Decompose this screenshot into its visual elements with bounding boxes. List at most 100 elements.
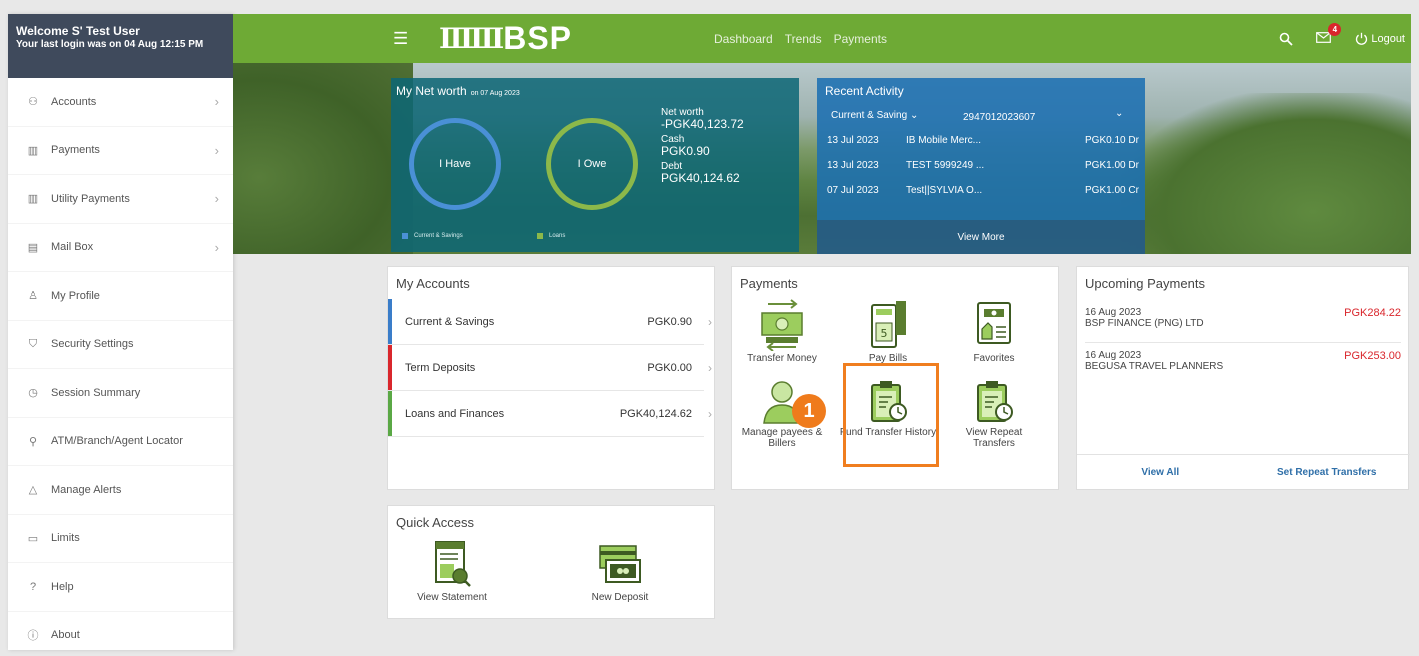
activity-description: Test||SYLVIA O... [906, 185, 983, 196]
fund-transfer-history-icon [871, 381, 907, 422]
sidebar-item-help[interactable]: ? Help [8, 563, 233, 612]
upcoming-payment-item[interactable]: 16 Aug 2023 BEGUSA TRAVEL PLANNERS PGK25… [1085, 350, 1403, 372]
upcoming-payee: BSP FINANCE (PNG) LTD [1085, 318, 1204, 329]
sidebar-item-my-profile[interactable]: ♙ My Profile [8, 272, 233, 321]
upcoming-payee: BEGUSA TRAVEL PLANNERS [1085, 361, 1224, 372]
net-worth-heading: My Net worth [396, 84, 467, 98]
view-all-link[interactable]: View All [1077, 455, 1244, 490]
bsp-logo[interactable]: ⅢⅢ BSP [439, 20, 572, 57]
account-row-current-savings[interactable]: Current & Savings PGK0.90 › [388, 299, 712, 345]
i-owe-circle[interactable]: I Owe [546, 118, 638, 210]
hamburger-menu-icon[interactable]: ☰ [393, 29, 413, 49]
fund-transfer-history-button[interactable]: Fund Transfer History [838, 379, 938, 438]
view-repeat-transfers-icon [977, 381, 1013, 422]
sidebar-item-payments[interactable]: ▥ Payments › [8, 127, 233, 175]
manage-payees-label: Manage payees & Billers [741, 427, 823, 449]
upcoming-amount: PGK253.00 [1344, 350, 1401, 362]
cash-value: PGK0.90 [661, 144, 710, 158]
pay-bills-icon: 5 [871, 301, 906, 348]
sidebar-item-mail-box[interactable]: ▤ Mail Box › [8, 224, 233, 272]
logout-button[interactable]: Logout [1355, 32, 1405, 45]
i-have-label: I Have [439, 158, 471, 170]
power-icon [1356, 32, 1368, 45]
top-bar: ☰ ⅢⅢ BSP Dashboard Trends Payments 4 Log… [233, 14, 1411, 63]
sidebar-item-atm-branch-agent-locator[interactable]: ⚲ ATM/Branch/Agent Locator [8, 418, 233, 466]
sidebar-item-label: Limits [51, 532, 80, 545]
upcoming-amount: PGK284.22 [1344, 307, 1401, 319]
logout-label: Logout [1371, 32, 1405, 45]
activity-amount: PGK1.00 Cr [1085, 185, 1139, 196]
sidebar-item-label: Manage Alerts [51, 483, 122, 496]
debt-value: PGK40,124.62 [661, 171, 740, 185]
sidebar-item-manage-alerts[interactable]: △ Manage Alerts [8, 466, 233, 515]
alert-triangle-icon: △ [28, 484, 38, 497]
new-deposit-label: New Deposit [591, 592, 649, 603]
upcoming-payment-item[interactable]: 16 Aug 2023 BSP FINANCE (PNG) LTD PGK284… [1085, 307, 1403, 329]
account-color-bar [388, 299, 392, 344]
mail-button[interactable]: 4 [1316, 22, 1342, 46]
upcoming-payments-title: Upcoming Payments [1085, 276, 1205, 291]
topnav-dashboard[interactable]: Dashboard [714, 32, 773, 46]
topnav-trends[interactable]: Trends [785, 32, 822, 46]
help-icon: ? [29, 580, 37, 593]
pay-bills-button[interactable]: 5 Pay Bills [838, 299, 938, 364]
mail-count-badge: 4 [1328, 22, 1342, 36]
recent-activity-panel: Recent Activity Current & Saving ⌄ 29470… [817, 78, 1145, 254]
landscape-background [233, 63, 413, 254]
quick-access-title: Quick Access [396, 515, 475, 530]
view-repeat-transfers-button[interactable]: View Repeat Transfers [944, 379, 1044, 449]
sidebar-item-session-summary[interactable]: ◷ Session Summary [8, 369, 233, 418]
favorites-icon [977, 302, 1011, 344]
sidebar-item-security-settings[interactable]: ⛉ Security Settings [8, 321, 233, 369]
sidebar: Welcome S' Test User Your last login was… [8, 14, 233, 650]
sidebar-item-about[interactable]: ⓘ About [8, 612, 233, 656]
new-deposit-icon [599, 545, 641, 583]
account-row-loans-finances[interactable]: Loans and Finances PGK40,124.62 › [388, 391, 712, 437]
search-icon[interactable] [1278, 32, 1294, 46]
payments-card: Payments Transfer Money 5 Pay Bills Favo… [731, 266, 1059, 490]
activity-row[interactable]: 07 Jul 2023 Test||SYLVIA O... PGK1.00 Cr [827, 185, 1141, 196]
account-type-dropdown[interactable]: Current & Saving ⌄ [831, 110, 918, 121]
topnav-payments[interactable]: Payments [834, 32, 887, 46]
activity-amount: PGK0.10 Dr [1085, 135, 1139, 146]
sidebar-item-limits[interactable]: ▭ Limits [8, 515, 233, 563]
payments-title: Payments [740, 276, 798, 291]
info-icon: ⓘ [27, 630, 39, 643]
transfer-money-button[interactable]: Transfer Money [732, 299, 832, 364]
sidebar-item-label: Session Summary [51, 386, 141, 399]
activity-row[interactable]: 13 Jul 2023 TEST 5999249 ... PGK1.00 Dr [827, 160, 1141, 171]
transfer-money-label: Transfer Money [747, 353, 817, 364]
new-deposit-button[interactable]: New Deposit [570, 538, 670, 603]
location-pin-icon: ⚲ [28, 435, 38, 448]
chevron-right-icon: › [214, 94, 219, 110]
favorites-button[interactable]: Favorites [944, 299, 1044, 364]
legend-savings-swatch [402, 233, 408, 239]
net-worth-date: on 07 Aug 2023 [470, 90, 520, 97]
svg-text:5: 5 [881, 327, 888, 340]
i-have-circle[interactable]: I Have [409, 118, 501, 210]
sidebar-nav: ⚇ Accounts › ▥ Payments › ▥ Utility Payments › ▤ M… [8, 78, 233, 656]
account-number-chevron-icon[interactable]: ⌄ [1115, 108, 1123, 119]
dashboard-banner: My Net worth on 07 Aug 2023 I Have I Owe … [233, 63, 1411, 254]
activity-description: IB Mobile Merc... [906, 135, 982, 146]
activity-date: 13 Jul 2023 [827, 160, 879, 171]
activity-row[interactable]: 13 Jul 2023 IB Mobile Merc... PGK0.10 Dr [827, 135, 1141, 146]
view-statement-button[interactable]: View Statement [402, 538, 502, 603]
shield-icon: ⛉ [28, 337, 38, 350]
set-repeat-transfers-link[interactable]: Set Repeat Transfers [1244, 455, 1411, 490]
net-worth-title: My Net worth on 07 Aug 2023 [396, 84, 520, 98]
chevron-right-icon: › [708, 406, 712, 421]
sidebar-item-accounts[interactable]: ⚇ Accounts › [8, 78, 233, 127]
quick-access-card: Quick Access View Statement New Deposit [387, 505, 715, 619]
payments-icon: ▥ [27, 144, 39, 157]
pay-bills-label: Pay Bills [868, 353, 908, 364]
net-worth-panel: My Net worth on 07 Aug 2023 I Have I Owe … [391, 78, 799, 252]
mailbox-icon: ▤ [27, 241, 39, 254]
account-number[interactable]: 2947012023607 [963, 112, 1035, 123]
account-row-term-deposits[interactable]: Term Deposits PGK0.00 › [388, 345, 712, 391]
chevron-down-icon: ⌄ [909, 110, 919, 121]
view-more-button[interactable]: View More [817, 220, 1145, 254]
chevron-right-icon: › [214, 239, 219, 255]
sidebar-item-utility-payments[interactable]: ▥ Utility Payments › [8, 175, 233, 224]
limits-icon: ▭ [27, 532, 39, 545]
